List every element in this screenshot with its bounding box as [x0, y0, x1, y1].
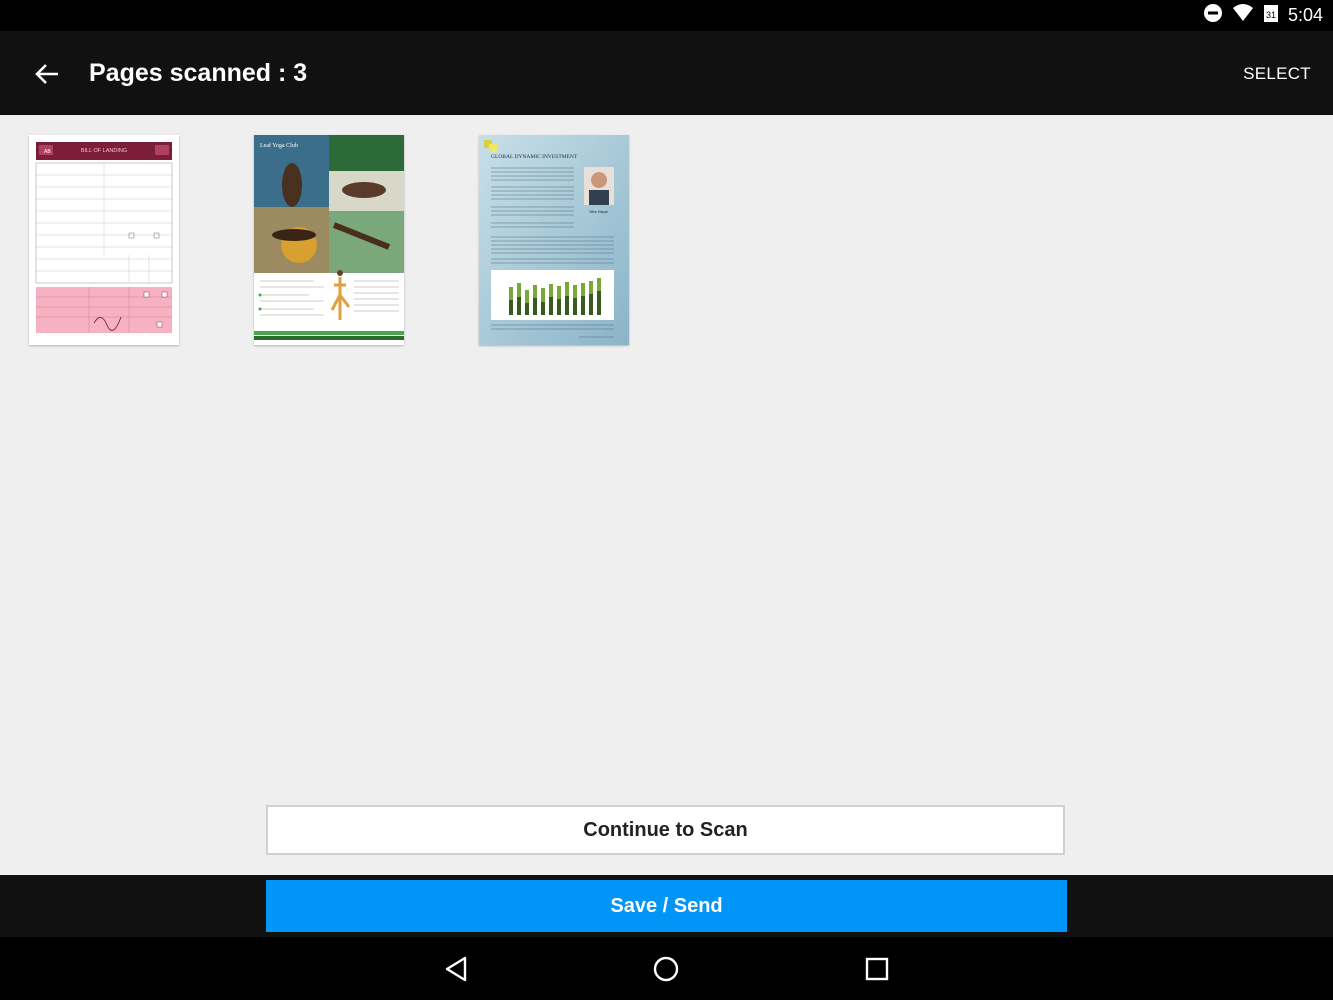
page-thumbnail-2[interactable]: Leaf Yoga Club: [254, 135, 404, 345]
wifi-icon: [1232, 3, 1254, 28]
status-bar: 31 5:04: [0, 0, 1333, 31]
scanned-pages-grid: AB BILL OF LANDING Leaf Yoga Club GLOBAL…: [0, 115, 1333, 875]
page-3-caption: Mike Harper: [589, 210, 609, 214]
page-thumbnail-1[interactable]: AB BILL OF LANDING: [29, 135, 179, 345]
back-button[interactable]: [30, 57, 64, 91]
calendar-day: 31: [1266, 10, 1276, 20]
page-2-heading: Leaf Yoga Club: [260, 142, 298, 149]
app-bar: Pages scanned : 3 SELECT: [0, 31, 1333, 115]
calendar-notification-icon: 31: [1263, 3, 1279, 28]
page-thumbnail-3[interactable]: GLOBAL DYNAMIC INVESTMENT Mike Harper: [479, 135, 629, 345]
page-3-heading: GLOBAL DYNAMIC INVESTMENT: [491, 154, 578, 160]
nav-recents-button[interactable]: [861, 953, 893, 985]
page-title: Pages scanned : 3: [89, 59, 308, 87]
status-time: 5:04: [1287, 5, 1323, 25]
save-send-button[interactable]: Save / Send: [266, 880, 1067, 932]
do-not-disturb-icon: [1203, 3, 1223, 28]
home-circle-icon: [653, 956, 679, 982]
continue-to-scan-button[interactable]: Continue to Scan: [266, 805, 1065, 855]
recents-square-icon: [865, 957, 889, 981]
page-1-heading: BILL OF LANDING: [81, 148, 127, 154]
navigation-bar: [0, 937, 1333, 1000]
back-triangle-icon: [445, 956, 467, 982]
nav-home-button[interactable]: [650, 953, 682, 985]
status-icons: 31 5:04: [1203, 0, 1323, 31]
select-button[interactable]: SELECT: [1243, 64, 1311, 84]
page-1-logo: AB: [44, 149, 51, 155]
nav-back-button[interactable]: [440, 953, 472, 985]
arrow-left-icon: [35, 64, 58, 84]
